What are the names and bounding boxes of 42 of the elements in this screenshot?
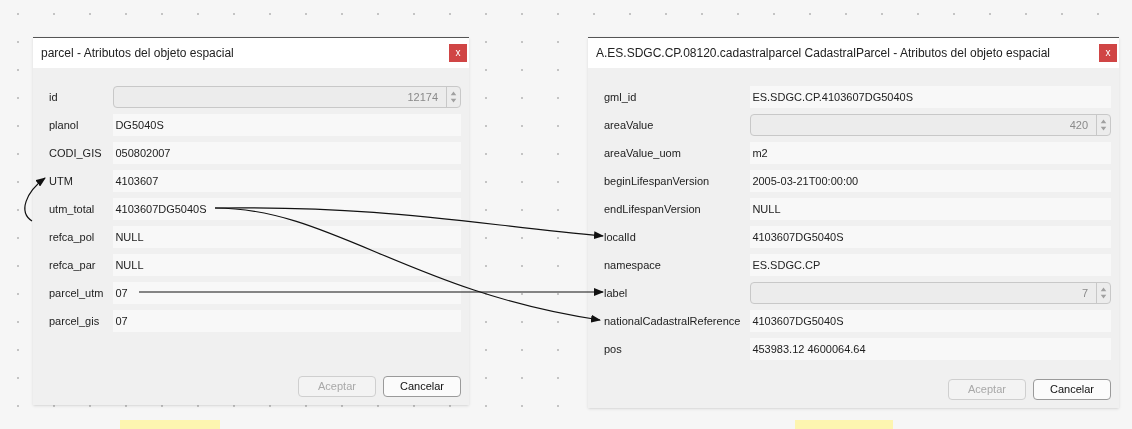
- field-label: id: [49, 89, 59, 105]
- field-label: planol: [49, 117, 80, 133]
- text-field[interactable]: m2: [750, 142, 1111, 164]
- text-field[interactable]: NULL: [113, 254, 461, 276]
- text-field[interactable]: 2005-03-21T00:00:00: [750, 170, 1111, 192]
- text-field[interactable]: 4103607DG5040S: [113, 198, 461, 220]
- text-field[interactable]: 07: [113, 282, 461, 304]
- close-button[interactable]: x: [449, 44, 467, 62]
- text-field[interactable]: 4103607: [113, 170, 461, 192]
- field-label: utm_total: [49, 201, 96, 217]
- field-label: areaValue_uom: [604, 145, 682, 161]
- field-label: UTM: [49, 173, 74, 189]
- text-field[interactable]: ES.SDGC.CP.4103607DG5040S: [750, 86, 1111, 108]
- field-label: CODI_GIS: [49, 145, 103, 161]
- text-field[interactable]: 4103607DG5040S: [750, 310, 1111, 332]
- curved-arrow: [24, 177, 46, 222]
- field-label: endLifespanVersion: [604, 201, 702, 217]
- text-field[interactable]: 07: [113, 310, 461, 332]
- text-field[interactable]: DG5040S: [113, 114, 461, 136]
- cancel-button[interactable]: Cancelar: [383, 376, 461, 397]
- text-field[interactable]: 453983.12 4600064.64: [750, 338, 1111, 360]
- cancel-button[interactable]: Cancelar: [1033, 379, 1111, 400]
- field-label: pos: [604, 341, 623, 357]
- text-field[interactable]: 050802007: [113, 142, 461, 164]
- field-label: areaValue: [604, 117, 655, 133]
- field-label: parcel_utm: [49, 285, 104, 301]
- field-label: nationalCadastralReference: [604, 313, 741, 329]
- text-field[interactable]: NULL: [750, 198, 1111, 220]
- field-label: label: [604, 285, 629, 301]
- field-label: gml_id: [604, 89, 638, 105]
- text-field[interactable]: 4103607DG5040S: [750, 226, 1111, 248]
- text-field[interactable]: NULL: [113, 226, 461, 248]
- field-label: beginLifespanVersion: [604, 173, 711, 189]
- window-title: parcel - Atributos del objeto espacial: [41, 45, 234, 62]
- window-title: A.ES.SDGC.CP.08120.cadastralparcel CadastralParcel - Atributos del objeto espacial: [596, 45, 1051, 62]
- field-label: namespace: [604, 257, 662, 273]
- text-field[interactable]: ES.SDGC.CP: [750, 254, 1111, 276]
- field-label: localId: [604, 229, 637, 245]
- field-label: parcel_gis: [49, 313, 101, 329]
- field-label: refca_par: [49, 257, 97, 273]
- field-label: refca_pol: [49, 229, 96, 245]
- close-button[interactable]: x: [1099, 44, 1117, 62]
